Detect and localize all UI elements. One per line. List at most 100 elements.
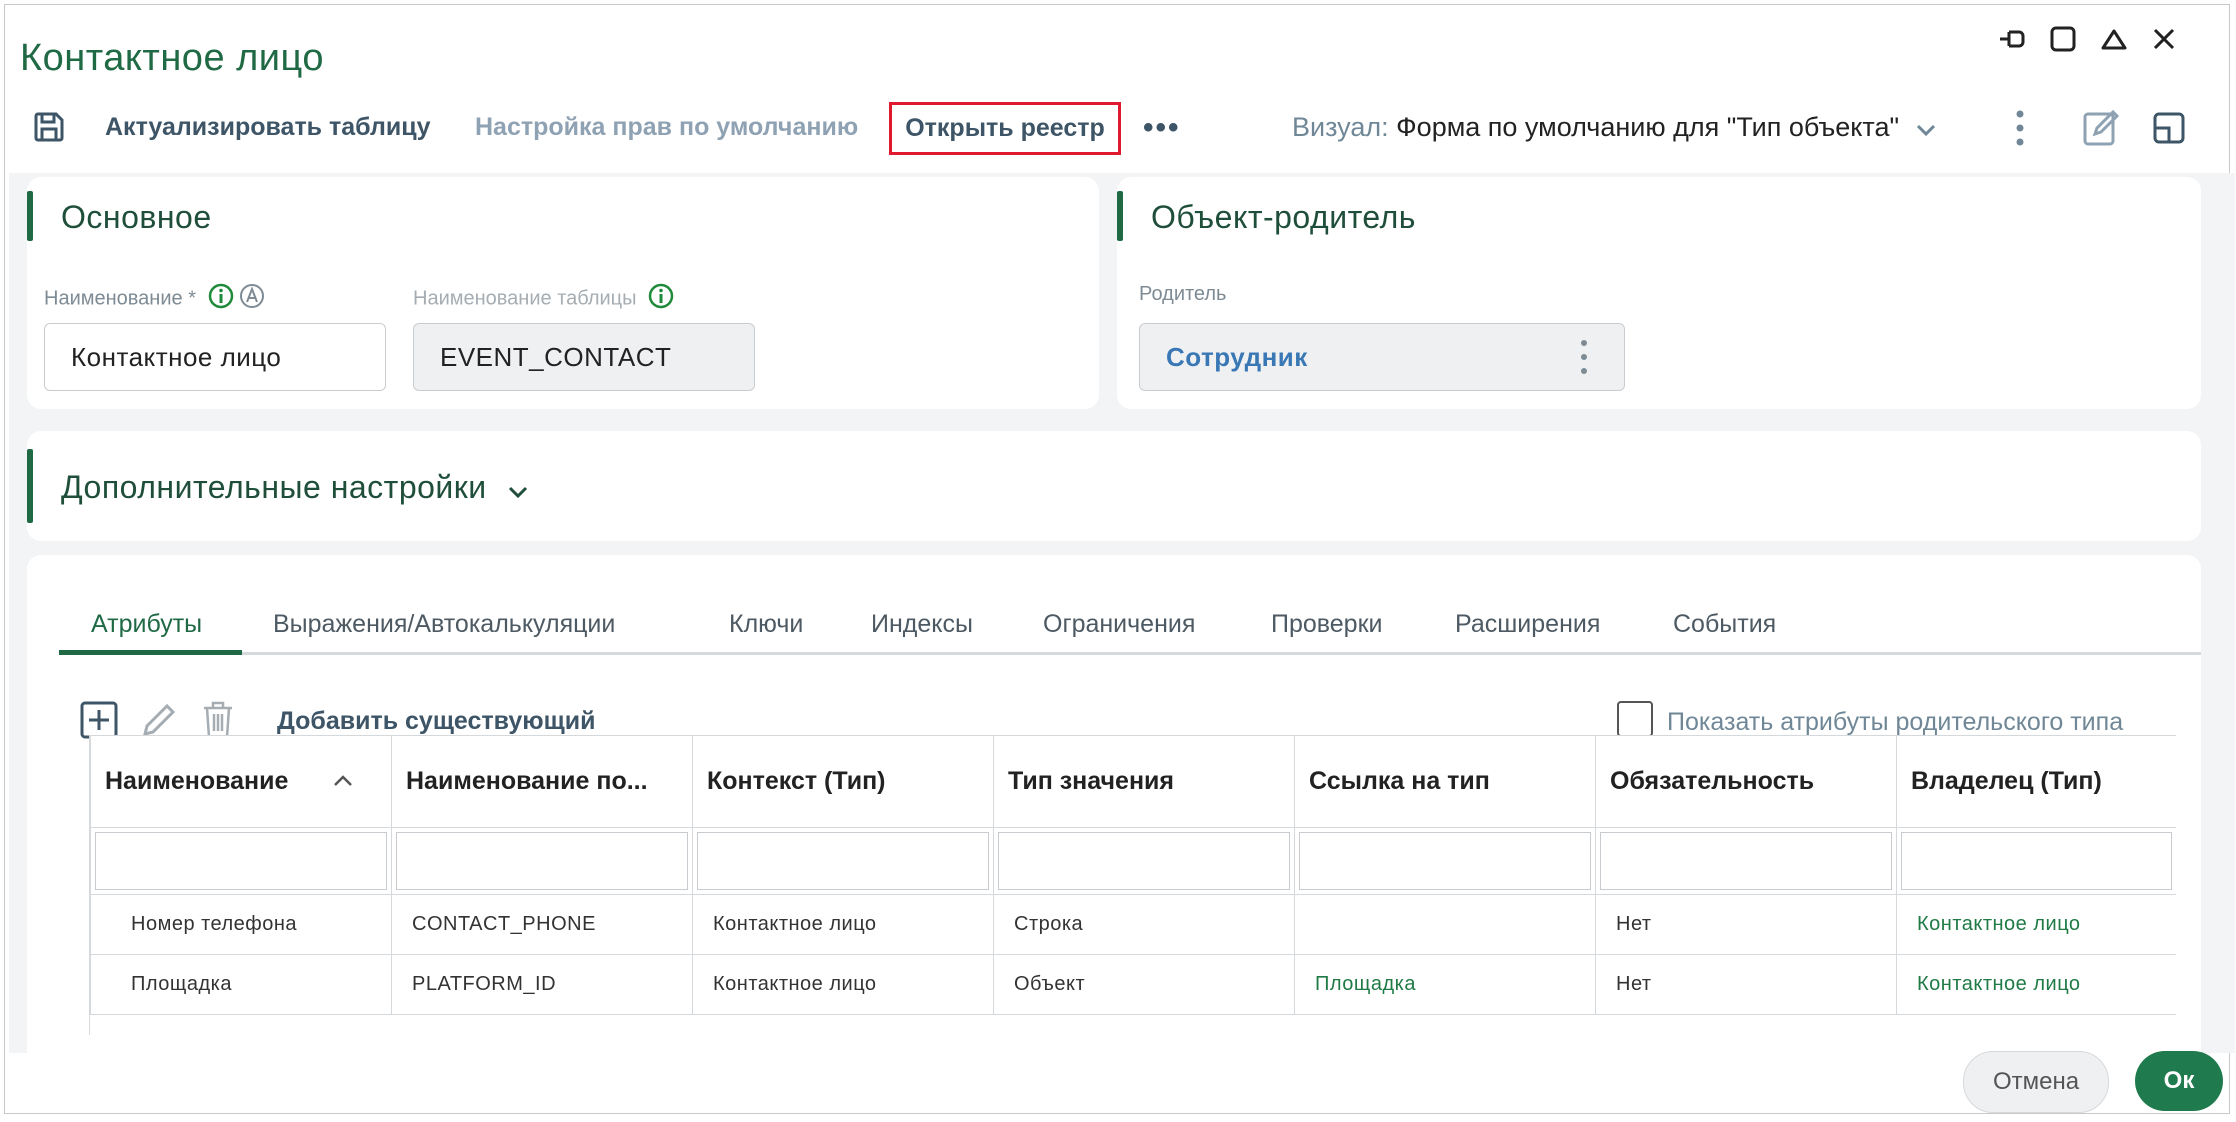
filter-input-db-name[interactable]	[396, 832, 688, 890]
auto-translate-icon[interactable]	[239, 283, 265, 315]
cancel-button[interactable]: Отмена	[1963, 1051, 2109, 1113]
tab-keys[interactable]: Ключи	[729, 610, 803, 639]
filter-cell	[90, 827, 392, 895]
edit-form-icon[interactable]	[2079, 106, 2123, 150]
collapse-icon[interactable]	[2092, 17, 2136, 61]
cell-context: Контактное лицо	[692, 894, 994, 955]
column-header-label: Наименование	[105, 766, 289, 795]
cell-value-type: Строка	[993, 894, 1295, 955]
sort-asc-icon[interactable]	[331, 767, 355, 796]
filter-cell	[1294, 827, 1596, 895]
column-header-value-type[interactable]: Тип значения	[993, 735, 1295, 828]
visual-selector[interactable]: Визуал: Форма по умолчанию для "Тип объе…	[1292, 112, 1937, 144]
tab-indexes[interactable]: Индексы	[871, 610, 973, 639]
column-header-required[interactable]: Обязательность	[1595, 735, 1897, 828]
cell-value-type: Объект	[993, 954, 1295, 1015]
ok-button[interactable]: Ок	[2135, 1051, 2223, 1111]
name-label-text: Наименование *	[44, 287, 196, 310]
column-header-context[interactable]: Контекст (Тип)	[692, 735, 994, 828]
table-row[interactable]: Номер телефона CONTACT_PHONE Контактное …	[90, 894, 2176, 955]
more-actions-button[interactable]: •••	[1143, 111, 1181, 145]
filter-input-value-type[interactable]	[998, 832, 1290, 890]
close-icon[interactable]	[2142, 17, 2186, 61]
tab-checks[interactable]: Проверки	[1271, 610, 1383, 639]
cell-db-name: CONTACT_PHONE	[391, 894, 693, 955]
visual-value: Форма по умолчанию для "Тип объекта"	[1396, 112, 1900, 142]
basic-section: Основное Наименование * Контактное лицо …	[27, 177, 1099, 409]
table-row[interactable]: Площадка PLATFORM_ID Контактное лицо Объ…	[90, 954, 2176, 1015]
cell-owner[interactable]: Контактное лицо	[1896, 954, 2176, 1015]
cell-required: Нет	[1595, 954, 1897, 1015]
info-icon[interactable]	[208, 283, 234, 315]
cell-db-name: PLATFORM_ID	[391, 954, 693, 1015]
cell-required: Нет	[1595, 894, 1897, 955]
cell-ref-type[interactable]: Площадка	[1294, 954, 1596, 1015]
tabs-divider	[59, 652, 2201, 655]
cell-name: Номер телефона	[90, 894, 392, 955]
pin-icon[interactable]	[1990, 17, 2034, 61]
parent-value[interactable]: Сотрудник	[1166, 342, 1308, 373]
table-name-label-text: Наименование таблицы	[413, 287, 637, 310]
tab-extensions[interactable]: Расширения	[1455, 610, 1600, 639]
dialog-window: Контактное лицо Актуализировать таблицу …	[4, 4, 2235, 1114]
filter-input-name[interactable]	[95, 832, 387, 890]
name-label: Наименование *	[44, 283, 265, 315]
kebab-menu-icon[interactable]	[1998, 106, 2042, 150]
filter-input-context[interactable]	[697, 832, 989, 890]
additional-settings-title: Дополнительные настройки	[61, 469, 530, 508]
parent-section: Объект-родитель Родитель Сотрудник	[1117, 177, 2201, 409]
filter-cell	[1595, 827, 1897, 895]
chevron-down-icon[interactable]	[506, 471, 530, 508]
filter-input-ref-type[interactable]	[1299, 832, 1591, 890]
layout-icon[interactable]	[2147, 106, 2191, 150]
chevron-down-icon	[1915, 113, 1937, 144]
attributes-grid: Наименование Наименование по... Контекст…	[89, 735, 2176, 1035]
tab-events[interactable]: События	[1673, 610, 1776, 639]
column-header-name[interactable]: Наименование	[90, 735, 392, 828]
section-accent	[27, 191, 33, 241]
cell-context: Контактное лицо	[692, 954, 994, 1015]
tab-constraints[interactable]: Ограничения	[1043, 610, 1195, 639]
default-rights-button[interactable]: Настройка прав по умолчанию	[475, 113, 858, 142]
column-header-ref-type[interactable]: Ссылка на тип	[1294, 735, 1596, 828]
form-content: Основное Наименование * Контактное лицо …	[9, 173, 2235, 1055]
section-title-basic: Основное	[61, 199, 212, 235]
section-title-parent: Объект-родитель	[1151, 199, 1416, 235]
visual-label: Визуал:	[1292, 112, 1389, 142]
parent-label: Родитель	[1139, 283, 1227, 305]
parent-field[interactable]: Сотрудник	[1139, 323, 1625, 391]
column-header-db-name[interactable]: Наименование по...	[391, 735, 693, 828]
name-input[interactable]: Контактное лицо	[44, 323, 386, 391]
show-parent-attributes-checkbox[interactable]	[1617, 701, 1653, 737]
section-accent	[27, 449, 33, 523]
tab-attributes[interactable]: Атрибуты	[91, 610, 202, 639]
additional-settings-section[interactable]: Дополнительные настройки	[27, 431, 2201, 541]
kebab-menu-icon[interactable]	[1580, 338, 1588, 385]
actualize-table-button[interactable]: Актуализировать таблицу	[105, 113, 431, 142]
column-header-owner[interactable]: Владелец (Тип)	[1896, 735, 2176, 828]
table-name-label: Наименование таблицы	[413, 283, 674, 315]
grid-header-row: Наименование Наименование по... Контекст…	[90, 735, 2176, 828]
cell-ref-type[interactable]	[1294, 894, 1596, 955]
cell-name: Площадка	[90, 954, 392, 1015]
filter-input-required[interactable]	[1600, 832, 1892, 890]
tabs-panel: Атрибуты Выражения/Автокалькуляции Ключи…	[27, 555, 2201, 1055]
filter-cell	[993, 827, 1295, 895]
info-icon[interactable]	[648, 283, 674, 315]
tab-expressions[interactable]: Выражения/Автокалькуляции	[273, 610, 615, 639]
cell-owner[interactable]: Контактное лицо	[1896, 894, 2176, 955]
filter-input-owner[interactable]	[1901, 832, 2172, 890]
open-registry-button[interactable]: Открыть реестр	[889, 102, 1121, 155]
filter-cell	[1896, 827, 2176, 895]
maximize-icon[interactable]	[2041, 17, 2085, 61]
show-parent-attributes-label: Показать атрибуты родительского типа	[1667, 708, 2124, 736]
window-title: Контактное лицо	[20, 37, 325, 79]
additional-settings-text: Дополнительные настройки	[61, 469, 487, 505]
filter-cell	[391, 827, 693, 895]
save-icon[interactable]	[27, 105, 71, 149]
active-tab-indicator	[59, 650, 242, 655]
add-existing-button[interactable]: Добавить существующий	[277, 707, 595, 736]
section-accent	[1117, 191, 1123, 241]
filter-cell	[692, 827, 994, 895]
table-name-field: EVENT_CONTACT	[413, 323, 755, 391]
